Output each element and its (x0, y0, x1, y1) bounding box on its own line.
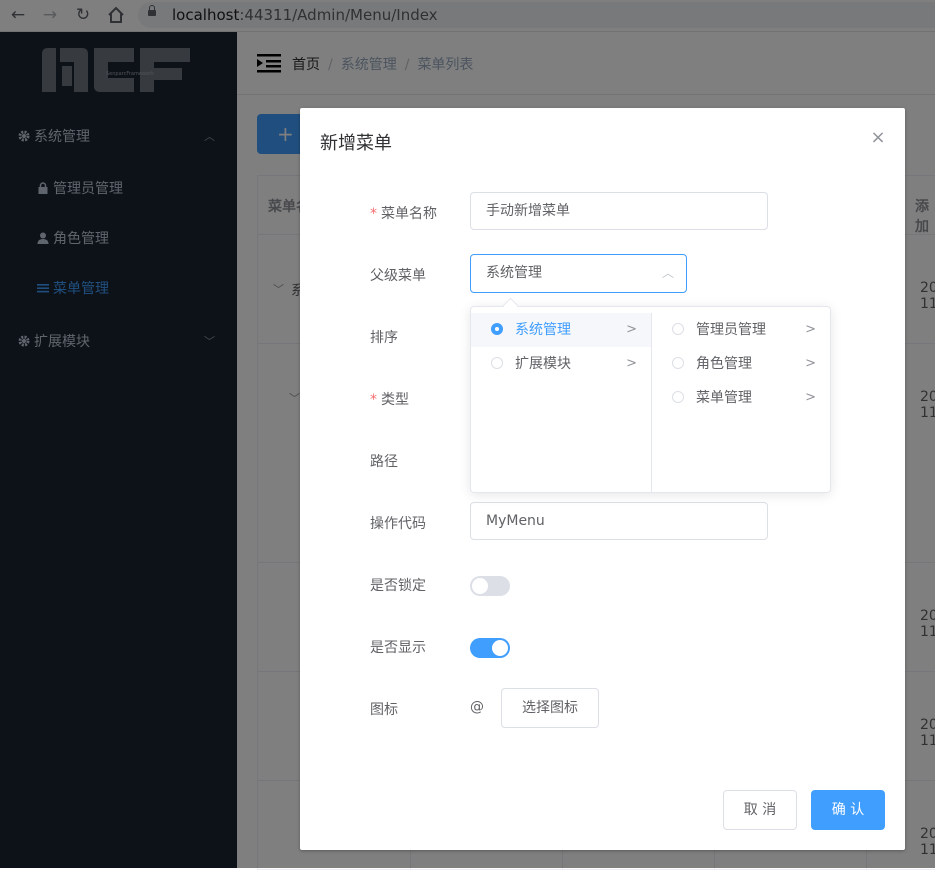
cascader-option-label: 管理员管理 (696, 322, 766, 338)
switch-knob (492, 640, 508, 656)
icon-preview: @ (470, 699, 484, 715)
action-code-input[interactable]: MyMenu (470, 502, 768, 540)
cascader-option-extensions[interactable]: 扩展模块 > (471, 347, 651, 381)
cascader-option-label: 扩展模块 (515, 356, 571, 372)
type-label: * 类型 (370, 392, 409, 408)
parent-menu-cascader-panel: 系统管理 > 扩展模块 > 管理员管理 > 角色管理 > 菜单管理 > (470, 306, 831, 493)
chevron-right-icon: > (805, 356, 816, 371)
radio-unchecked-icon[interactable] (672, 391, 684, 403)
cascader-option-menus[interactable]: 菜单管理 > (652, 381, 830, 415)
path-label: 路径 (370, 454, 398, 470)
radio-checked-icon[interactable] (491, 323, 503, 335)
dialog-title: 新增菜单 (320, 133, 392, 154)
required-asterisk: * (370, 206, 377, 222)
locked-switch[interactable] (470, 576, 510, 596)
cascader-option-roles[interactable]: 角色管理 > (652, 347, 830, 381)
chevron-up-icon: ︿ (661, 266, 674, 280)
radio-unchecked-icon[interactable] (491, 357, 503, 369)
parent-menu-value: 系统管理 (486, 265, 542, 281)
cascader-option-label: 角色管理 (696, 356, 752, 372)
sort-label: 排序 (370, 330, 398, 346)
chevron-right-icon: > (805, 322, 816, 337)
cascader-option-admins[interactable]: 管理员管理 > (652, 313, 830, 347)
cascader-menu-level1: 系统管理 > 扩展模块 > (471, 313, 652, 493)
chevron-right-icon: > (805, 390, 816, 405)
chevron-right-icon: > (626, 322, 637, 337)
locked-label: 是否锁定 (370, 578, 426, 594)
icon-label: 图标 (370, 702, 398, 718)
choose-icon-button[interactable]: 选择图标 (501, 688, 599, 728)
cancel-button[interactable]: 取 消 (723, 790, 797, 830)
required-asterisk: * (370, 392, 377, 408)
menu-name-input[interactable]: 手动新增菜单 (470, 192, 768, 230)
confirm-button[interactable]: 确 认 (811, 790, 885, 830)
cascader-option-label: 菜单管理 (696, 390, 752, 406)
close-icon[interactable]: × (866, 126, 890, 150)
visible-switch[interactable] (470, 638, 510, 658)
radio-unchecked-icon[interactable] (672, 323, 684, 335)
cascader-option-label: 系统管理 (515, 322, 571, 338)
visible-label: 是否显示 (370, 640, 426, 656)
parent-menu-select[interactable]: 系统管理 ︿ (470, 254, 687, 293)
radio-unchecked-icon[interactable] (672, 357, 684, 369)
menu-name-label: * 菜单名称 (370, 206, 437, 222)
switch-knob (472, 578, 488, 594)
chevron-right-icon: > (626, 356, 637, 371)
parent-menu-label: 父级菜单 (370, 268, 426, 284)
action-code-label: 操作代码 (370, 516, 426, 532)
cascader-menu-level2: 管理员管理 > 角色管理 > 菜单管理 > (652, 313, 830, 415)
cascader-option-system[interactable]: 系统管理 > (471, 313, 651, 347)
